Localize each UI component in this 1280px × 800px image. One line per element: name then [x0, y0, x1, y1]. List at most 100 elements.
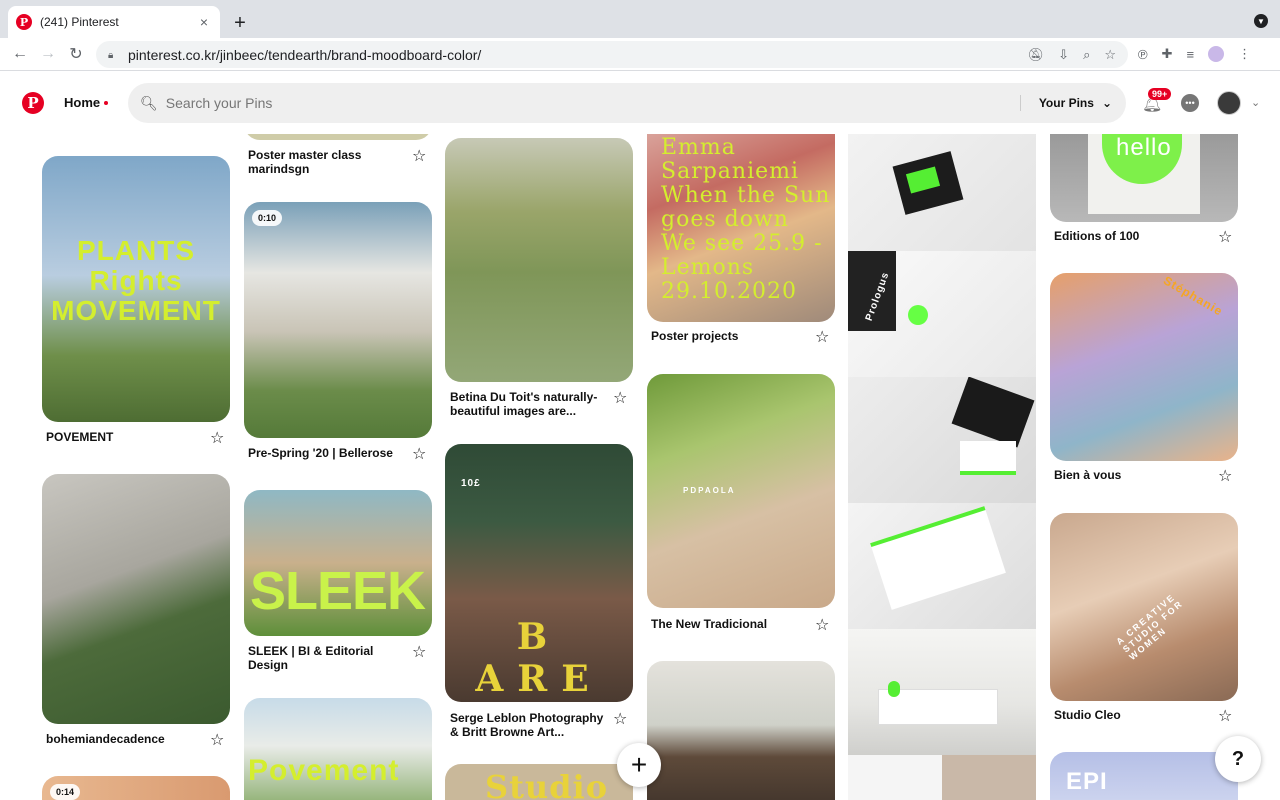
save-star-icon[interactable]: ☆	[815, 327, 829, 347]
address-bar[interactable]: 🔒︎ pinterest.co.kr/jinbeec/tendearth/bra…	[96, 41, 1128, 68]
pin-image-text: PLANTS Rights MOVEMENT	[51, 235, 221, 326]
pin-image[interactable]	[647, 661, 835, 800]
extensions-puzzle-icon[interactable]: ✚	[1162, 46, 1173, 62]
pinterest-header: P Home 🔍︎ Your Pins ⌄ 🔔︎ 99+ ••• ⌄	[0, 72, 1280, 134]
pinterest-extension-icon[interactable]: ℗	[1138, 47, 1148, 62]
pin-image-text: Emma Sarpaniemi When the Sun goes down W…	[661, 135, 831, 304]
pin-image[interactable]: 0:10	[244, 202, 432, 438]
pin-image-text: EPI	[1066, 768, 1108, 795]
pinterest-favicon-icon: P	[16, 14, 32, 30]
media-queue-icon[interactable]: ≡	[1187, 47, 1195, 62]
pin-image[interactable]	[42, 474, 230, 724]
pin-image[interactable]: 0:14	[42, 776, 230, 800]
pin-image[interactable]: EPI	[1050, 752, 1238, 800]
pin-image[interactable]	[445, 138, 633, 382]
pin-image[interactable]	[848, 134, 1036, 251]
new-tab-button[interactable]: +	[228, 11, 252, 35]
pin-image-text: Stéphanie	[1160, 273, 1226, 319]
back-button[interactable]: ←	[10, 44, 30, 64]
pinterest-logo-icon[interactable]: P	[22, 92, 44, 114]
pin-image[interactable]: PLANTS Rights MOVEMENT	[42, 156, 230, 422]
your-pins-dropdown[interactable]: Your Pins ⌄	[1019, 95, 1112, 111]
browser-tab[interactable]: P (241) Pinterest ×	[8, 6, 220, 38]
profile-avatar-icon[interactable]	[1208, 46, 1225, 62]
browser-tab-bar: P (241) Pinterest × + ▼	[0, 0, 1280, 38]
reload-button[interactable]: ↻	[66, 44, 86, 64]
pin-image-text: hello	[1116, 134, 1172, 161]
pin-image[interactable]: SLEEK	[244, 490, 432, 636]
pin-caption[interactable]: SLEEK | BI & Editorial Design	[248, 644, 398, 672]
save-star-icon[interactable]: ☆	[412, 444, 426, 464]
save-star-icon[interactable]: ☆	[412, 642, 426, 662]
home-active-dot	[104, 101, 108, 105]
video-duration-badge: 0:10	[252, 210, 283, 226]
pin-image-text: Povement	[248, 754, 400, 787]
pin-image[interactable]: A CREATIVE STUDIO FOR WOMEN	[1050, 513, 1238, 701]
search-input[interactable]	[165, 95, 1026, 111]
pin-image[interactable]: Studio	[445, 764, 633, 800]
search-icon: 🔍︎	[140, 94, 158, 111]
pin-image[interactable]	[848, 377, 1036, 503]
pin-image[interactable]: Stéphanie	[1050, 273, 1238, 461]
pin-image[interactable]	[848, 629, 1036, 755]
help-button[interactable]: ?	[1215, 736, 1261, 782]
chrome-menu-icon[interactable]: ⋮	[1238, 46, 1251, 62]
save-star-icon[interactable]: ☆	[1218, 706, 1232, 726]
pin-image[interactable]: hello	[1050, 134, 1238, 222]
save-star-icon[interactable]: ☆	[815, 615, 829, 635]
pin-caption[interactable]: POVEMENT	[46, 430, 113, 444]
video-duration-badge: 0:14	[50, 784, 81, 800]
pin-image-text: PDPAOLA	[683, 486, 736, 495]
install-icon[interactable]: ⇩	[1058, 47, 1069, 63]
tab-title: (241) Pinterest	[40, 15, 119, 29]
zoom-icon[interactable]: ⌕	[1083, 47, 1090, 63]
pin-image[interactable]: PDPAOLA	[647, 374, 835, 608]
messages-icon[interactable]: •••	[1181, 94, 1199, 112]
notifications-blocked-icon[interactable]: 🔕︎	[1028, 47, 1045, 63]
pin-caption[interactable]: Editions of 100	[1054, 229, 1139, 243]
pin-image-text: Studio	[485, 768, 609, 800]
pin-caption[interactable]: bohemiandecadence	[46, 732, 165, 746]
lock-icon: 🔒︎	[108, 49, 114, 61]
pin-caption[interactable]: Poster projects	[651, 329, 738, 343]
pin-caption[interactable]: Serge Leblon Photography & Britt Browne …	[450, 711, 610, 739]
pin-price-text: 10£	[461, 478, 481, 489]
chrome-profile-icon[interactable]: ▼	[1254, 14, 1268, 28]
save-star-icon[interactable]: ☆	[412, 146, 426, 166]
pin-image[interactable]: 10£ B ARE	[445, 444, 633, 702]
save-star-icon[interactable]: ☆	[613, 709, 627, 729]
home-tab[interactable]: Home	[64, 95, 100, 110]
save-star-icon[interactable]: ☆	[210, 730, 224, 750]
save-star-icon[interactable]: ☆	[210, 428, 224, 448]
account-chevron-down-icon[interactable]: ⌄	[1251, 96, 1260, 109]
forward-button[interactable]: →	[38, 44, 58, 64]
pin-image[interactable]: Povement	[244, 698, 432, 800]
create-pin-button[interactable]: +	[617, 743, 661, 787]
pin-image[interactable]	[244, 134, 432, 140]
bookmark-star-icon[interactable]: ☆	[1104, 47, 1116, 63]
pin-image[interactable]: Prologus	[848, 251, 1036, 377]
notification-badge: 99+	[1148, 88, 1172, 100]
pin-caption[interactable]: Betina Du Toit's naturally-beautiful ima…	[450, 390, 610, 418]
pin-caption[interactable]: The New Tradicional	[651, 617, 767, 631]
pin-caption[interactable]: Pre-Spring '20 | Bellerose	[248, 446, 393, 460]
pin-image-text: A CREATIVE STUDIO FOR WOMEN	[1114, 591, 1186, 663]
pin-image[interactable]	[848, 755, 1036, 800]
user-avatar[interactable]	[1217, 91, 1241, 115]
browser-toolbar: ← → ↻ 🔒︎ pinterest.co.kr/jinbeec/tendear…	[0, 38, 1280, 71]
save-star-icon[interactable]: ☆	[613, 388, 627, 408]
your-pins-label: Your Pins	[1038, 96, 1094, 110]
save-star-icon[interactable]: ☆	[1218, 227, 1232, 247]
search-bar: 🔍︎ Your Pins ⌄	[128, 83, 1126, 123]
pin-caption[interactable]: Poster master class marindsgn	[248, 148, 398, 176]
pin-caption[interactable]: Studio Cleo	[1054, 708, 1121, 722]
pin-image-text: SLEEK	[250, 561, 426, 621]
save-star-icon[interactable]: ☆	[1218, 466, 1232, 486]
pin-caption[interactable]: Bien à vous	[1054, 468, 1121, 482]
pin-image[interactable]	[848, 503, 1036, 629]
url-text: pinterest.co.kr/jinbeec/tendearth/brand-…	[128, 46, 482, 63]
close-tab-icon[interactable]: ×	[196, 14, 212, 30]
pin-image[interactable]: Emma Sarpaniemi When the Sun goes down W…	[647, 134, 835, 322]
pin-feed: PLANTS Rights MOVEMENT POVEMENT ☆ bohemi…	[0, 134, 1280, 800]
chevron-down-icon: ⌄	[1101, 96, 1112, 110]
